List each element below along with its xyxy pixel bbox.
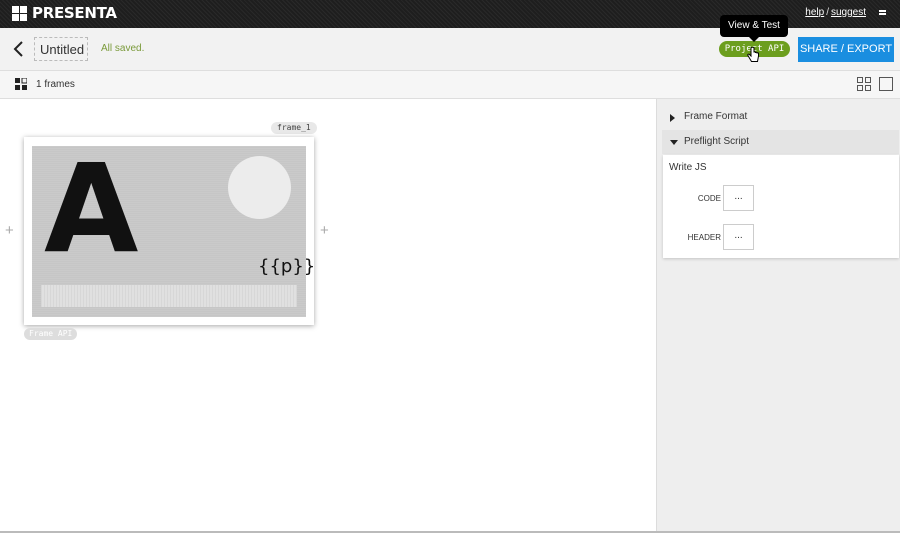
frame-param: {{p}} bbox=[258, 256, 316, 277]
preflight-script-body: Write JS CODE ... HEADER ... bbox=[663, 155, 899, 258]
header-label: HEADER bbox=[687, 233, 721, 242]
top-links: help / suggest bbox=[805, 7, 866, 18]
header-edit-button[interactable]: ... bbox=[723, 224, 754, 250]
document-title-input[interactable]: Untitled bbox=[34, 37, 88, 61]
app-name: PRESENTA bbox=[32, 4, 117, 22]
pointer-hand-icon bbox=[747, 47, 759, 62]
frame-format-section[interactable]: Frame Format bbox=[662, 105, 899, 129]
frame-api-tag[interactable]: Frame API bbox=[24, 328, 78, 340]
write-js-label: Write JS bbox=[669, 162, 707, 173]
logo-grid-icon bbox=[12, 5, 27, 21]
app-logo[interactable]: PRESENTA bbox=[12, 4, 117, 22]
frames-icon[interactable] bbox=[15, 78, 27, 90]
frame-format-label: Frame Format bbox=[684, 111, 748, 122]
share-export-button[interactable]: SHARE / EXPORT bbox=[798, 37, 894, 62]
properties-panel: Frame Format Preflight Script Write JS C… bbox=[656, 99, 900, 532]
frame-circle bbox=[228, 156, 291, 219]
single-view-icon[interactable] bbox=[879, 77, 893, 91]
back-arrow-icon[interactable] bbox=[12, 40, 26, 58]
frame-preview: A {{p}} bbox=[32, 138, 315, 317]
preflight-script-label: Preflight Script bbox=[684, 136, 750, 147]
help-link[interactable]: help bbox=[805, 7, 824, 18]
menu-icon[interactable] bbox=[879, 10, 886, 15]
add-icon[interactable]: + bbox=[320, 222, 329, 239]
caret-down-icon bbox=[670, 140, 678, 145]
top-links-separator: / bbox=[826, 7, 829, 18]
caret-right-icon bbox=[670, 114, 675, 122]
grid-view-icon[interactable] bbox=[857, 77, 871, 91]
preflight-script-section[interactable]: Preflight Script bbox=[662, 130, 899, 154]
frames-canvas: frame_1 + A {{p}} + Frame API bbox=[0, 99, 656, 532]
frame-letter: A bbox=[44, 138, 139, 280]
frames-count: 1 frames bbox=[36, 79, 75, 90]
add-icon[interactable]: + bbox=[5, 222, 14, 239]
frames-bar: 1 frames bbox=[0, 71, 900, 99]
frame-card[interactable]: A {{p}} bbox=[24, 137, 315, 325]
frame-tag[interactable]: frame_1 bbox=[271, 122, 317, 134]
project-api-tooltip: View & Test bbox=[720, 15, 788, 42]
suggest-link[interactable]: suggest bbox=[831, 7, 866, 18]
code-edit-button[interactable]: ... bbox=[723, 185, 754, 211]
frame-bottom-bar bbox=[41, 285, 297, 307]
save-status: All saved. bbox=[101, 43, 145, 54]
code-label: CODE bbox=[697, 194, 721, 203]
